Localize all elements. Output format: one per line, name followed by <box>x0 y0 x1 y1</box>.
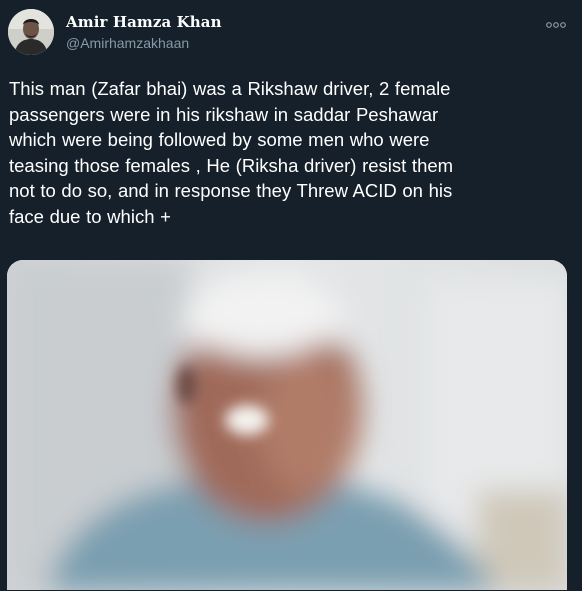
tweet-text: This man (Zafar bhai) was a Rikshaw driv… <box>9 76 571 229</box>
tweet-text-line: which were being followed by some men wh… <box>9 129 430 150</box>
tweet-card: Amir Hamza Khan @Amirhamzakhaan This man… <box>0 0 582 591</box>
user-handle[interactable]: @Amirhamzakhaan <box>66 35 189 51</box>
tweet-text-line: not to do so, and in response they Threw… <box>9 180 453 201</box>
tweet-text-line: teasing those females , He (Riksha drive… <box>9 154 454 176</box>
tweet-media-image[interactable] <box>7 260 567 590</box>
tweet-text-line: This man (Zafar bhai) was a Rikshaw driv… <box>9 78 451 99</box>
tweet-text-line: face due to which + <box>9 205 171 227</box>
tweet-text-line: passengers were in his rikshaw in saddar… <box>9 103 439 125</box>
avatar[interactable] <box>8 9 54 55</box>
display-name[interactable]: Amir Hamza Khan <box>66 13 222 31</box>
more-options-icon[interactable] <box>545 17 567 28</box>
